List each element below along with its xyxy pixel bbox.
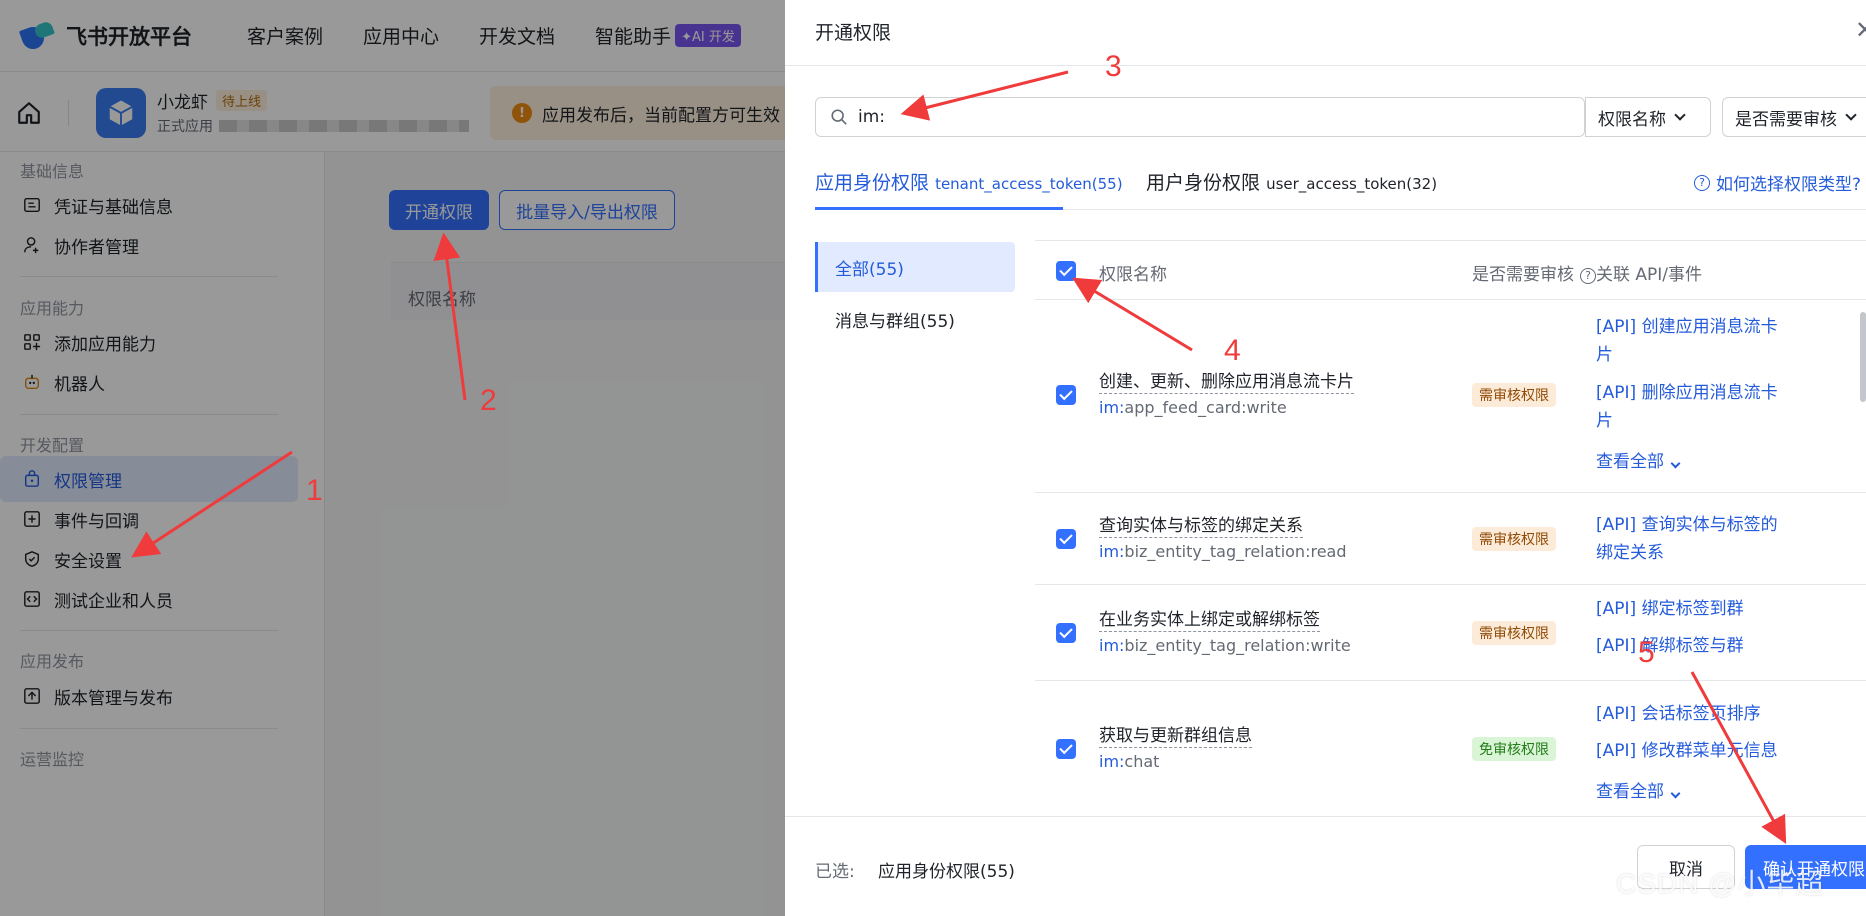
api-link[interactable]: [API] 删除应用消息流卡片 [1596, 379, 1786, 435]
row-checkbox[interactable] [1056, 385, 1076, 405]
review-filter-value: 是否需要审核 [1735, 109, 1837, 130]
row-checkbox[interactable] [1056, 623, 1076, 643]
permission-code-name: biz_entity_tag_relation:write [1124, 636, 1351, 655]
question-icon: ? [1694, 174, 1710, 191]
permission-code: im:app_feed_card:write [1099, 398, 1287, 417]
permission-type-help-link[interactable]: ? 如何选择权限类型? [1694, 170, 1861, 195]
permission-name: 查询实体与标签的绑定关系 [1099, 516, 1303, 538]
search-icon [831, 109, 847, 125]
header-review-text: 是否需要审核 [1472, 265, 1574, 285]
permission-code-prefix: im: [1099, 636, 1125, 655]
table-scrollbar[interactable] [1860, 312, 1866, 402]
permission-code-name: biz_entity_tag_relation:read [1124, 542, 1347, 561]
api-link[interactable]: [API] 解绑标签与群 [1596, 632, 1786, 660]
api-link[interactable]: [API] 创建应用消息流卡片 [1596, 313, 1786, 369]
header-related-api: 关联 API/事件 [1596, 265, 1703, 285]
permission-code-prefix: im: [1099, 752, 1125, 771]
header-permission-name: 权限名称 [1099, 265, 1167, 285]
question-icon[interactable]: ? [1580, 267, 1596, 284]
chevron-down-icon [1670, 788, 1681, 799]
tab-app-identity-label: 应用身份权限 [815, 172, 930, 194]
view-all-link[interactable]: 查看全部 [1596, 777, 1681, 802]
tab-user-identity-label: 用户身份权限 [1146, 172, 1261, 194]
api-link[interactable]: [API] 修改群菜单元信息 [1596, 737, 1786, 765]
chevron-down-icon [1674, 109, 1686, 121]
drawer-title: 开通权限 [815, 22, 892, 44]
permission-code-prefix: im: [1099, 398, 1125, 417]
permission-table-header: 权限名称 是否需要审核? 关联 API/事件 [1035, 240, 1866, 300]
tab-user-identity[interactable]: 用户身份权限 user_access_token(32) [1146, 168, 1437, 195]
api-link[interactable]: [API] 绑定标签到群 [1596, 595, 1786, 623]
tab-user-identity-token: user_access_token(32) [1266, 175, 1438, 193]
help-link-text: 如何选择权限类型? [1716, 175, 1862, 195]
search-field-value: 权限名称 [1598, 109, 1666, 130]
header-review-required: 是否需要审核? [1472, 260, 1596, 285]
review-required-tag: 需审核权限 [1472, 621, 1556, 645]
permission-code: im:biz_entity_tag_relation:write [1099, 636, 1351, 655]
permission-name: 在业务实体上绑定或解绑标签 [1099, 610, 1320, 632]
permission-code: im:biz_entity_tag_relation:read [1099, 542, 1347, 561]
chevron-down-icon [1670, 458, 1681, 469]
permission-code-name: app_feed_card:write [1124, 398, 1287, 417]
table-row: 查询实体与标签的绑定关系 im:biz_entity_tag_relation:… [1035, 493, 1866, 585]
permission-table: 权限名称 是否需要审核? 关联 API/事件 创建、更新、删除应用消息流卡片 i… [1035, 240, 1866, 816]
modal-backdrop[interactable] [0, 0, 785, 916]
no-review-tag: 免审核权限 [1472, 737, 1556, 761]
permission-name: 创建、更新、删除应用消息流卡片 [1099, 372, 1354, 394]
active-tab-indicator [815, 207, 1063, 210]
category-all[interactable]: 全部(55) [815, 242, 1015, 292]
review-required-tag: 需审核权限 [1472, 527, 1556, 551]
view-all-text: 查看全部 [1596, 452, 1664, 472]
permission-code: im:chat [1099, 752, 1159, 771]
selected-label: 已选: [815, 862, 855, 882]
tab-app-identity-token: tenant_access_token(55) [935, 175, 1123, 193]
close-icon[interactable]: ✕ [1855, 16, 1866, 44]
table-row: 在业务实体上绑定或解绑标签 im:biz_entity_tag_relation… [1035, 585, 1866, 681]
annotation-number-3: 3 [1105, 50, 1122, 83]
view-all-text: 查看全部 [1596, 782, 1664, 802]
annotation-number-1: 1 [306, 474, 323, 507]
api-link[interactable]: [API] 会话标签页排序 [1596, 700, 1786, 728]
open-permission-drawer: 开通权限 ✕ im: 权限名称 是否需要审核 应用身份权限 tenant_acc… [785, 0, 1866, 916]
drawer-header-divider [785, 65, 1866, 66]
search-field-select[interactable]: 权限名称 [1585, 97, 1711, 137]
tab-app-identity[interactable]: 应用身份权限 tenant_access_token(55) [815, 168, 1123, 195]
permission-search-input[interactable]: im: [815, 97, 1585, 137]
table-row: 获取与更新群组信息 im:chat 免审核权限 [API] 会话标签页排序 [A… [1035, 681, 1866, 816]
permission-name: 获取与更新群组信息 [1099, 726, 1252, 748]
annotation-number-4: 4 [1224, 334, 1241, 367]
annotation-number-2: 2 [480, 384, 497, 417]
review-required-tag: 需审核权限 [1472, 383, 1556, 407]
chevron-down-icon [1845, 109, 1857, 121]
review-filter-select[interactable]: 是否需要审核 [1722, 97, 1866, 137]
category-messages-groups[interactable]: 消息与群组(55) [815, 294, 1015, 344]
search-value: im: [858, 107, 886, 127]
selected-value: 应用身份权限(55) [878, 862, 1015, 882]
permission-code-name: chat [1124, 752, 1160, 771]
watermark: CSDN @小毕超 [1616, 868, 1825, 899]
permission-code-prefix: im: [1099, 542, 1125, 561]
view-all-link[interactable]: 查看全部 [1596, 447, 1681, 472]
select-all-checkbox[interactable] [1056, 261, 1076, 281]
row-checkbox[interactable] [1056, 529, 1076, 549]
table-row: 创建、更新、删除应用消息流卡片 im:app_feed_card:write 需… [1035, 301, 1866, 493]
api-link[interactable]: [API] 查询实体与标签的绑定关系 [1596, 511, 1786, 567]
annotation-number-5: 5 [1638, 636, 1655, 669]
row-checkbox[interactable] [1056, 739, 1076, 759]
